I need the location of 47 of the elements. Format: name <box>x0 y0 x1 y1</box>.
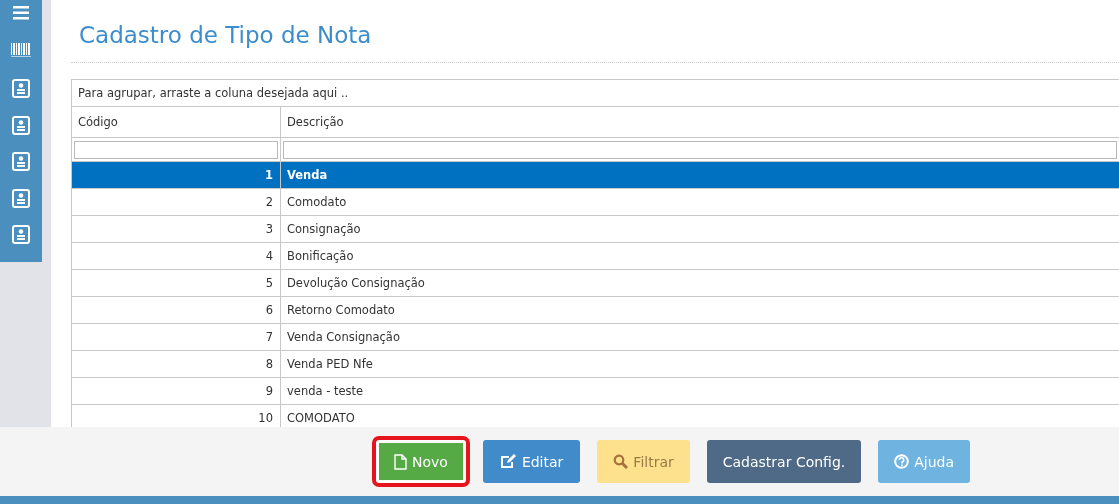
table-row[interactable]: 9 venda - teste <box>72 378 1119 405</box>
file-icon <box>394 453 407 470</box>
table-cell-text: Comodato <box>286 194 348 211</box>
table-cell: 7 <box>72 324 281 350</box>
table-cell-text: Venda Consignação <box>286 329 401 346</box>
barcode-icon[interactable] <box>11 42 31 57</box>
table-row[interactable]: 7 Venda Consignação <box>72 324 1119 351</box>
filter-field[interactable] <box>283 140 1117 159</box>
table-row[interactable]: 3 Consignação <box>72 216 1119 243</box>
table-cell: 4 <box>72 243 281 269</box>
table-cell: 6 <box>72 297 281 323</box>
table-cell: 2 <box>72 189 281 215</box>
table-row[interactable]: 6 Retorno Comodato <box>72 297 1119 324</box>
table-cell: 5 <box>72 270 281 296</box>
table-cell-text: Retorno Comodato <box>286 302 396 319</box>
table-row[interactable]: 8 Venda PED Nfe <box>72 351 1119 378</box>
table-cell-text: Consignação <box>286 221 362 238</box>
table-cell: 3 <box>72 216 281 242</box>
table-row[interactable]: 1 Venda <box>72 162 1119 189</box>
group-hint: Para agrupar, arraste a coluna desejada aqui .. <box>78 86 349 100</box>
table-cell-text: venda - teste <box>286 383 365 400</box>
table-row[interactable]: 2 Comodato <box>72 189 1119 216</box>
menu-icon[interactable] <box>13 6 29 20</box>
table-row[interactable]: 4 Bonificação <box>72 243 1119 270</box>
column-header[interactable]: Código <box>72 107 281 137</box>
contact-card-icon[interactable] <box>12 225 30 245</box>
table-cell: 9 <box>72 378 281 404</box>
search-icon <box>613 454 629 469</box>
table-cell-text: Bonificação <box>286 248 355 265</box>
edit-button[interactable]: Editar <box>482 440 581 483</box>
page-title: Cadastro de Tipo de Nota <box>79 21 372 50</box>
table-cell-text: Venda PED Nfe <box>286 356 374 373</box>
config-button[interactable]: Cadastrar Config. <box>706 440 862 483</box>
table-row[interactable]: 5 Devolução Consignação <box>72 270 1119 297</box>
contact-card-icon[interactable] <box>12 115 30 135</box>
contact-card-icon[interactable] <box>12 188 30 208</box>
table-cell: 8 <box>72 351 281 377</box>
column-header[interactable]: Descrição <box>281 107 1119 137</box>
table-cell: 1 <box>72 162 281 188</box>
edit-icon <box>499 454 517 469</box>
filter-field[interactable] <box>74 140 278 159</box>
table-cell-text: Devolução Consignação <box>286 275 426 292</box>
table-cell-text: Venda <box>286 167 329 184</box>
contact-card-icon[interactable] <box>12 79 30 99</box>
help-icon <box>894 454 910 469</box>
table-cell-text: COMODATO <box>286 410 356 427</box>
contact-card-icon[interactable] <box>12 152 30 172</box>
